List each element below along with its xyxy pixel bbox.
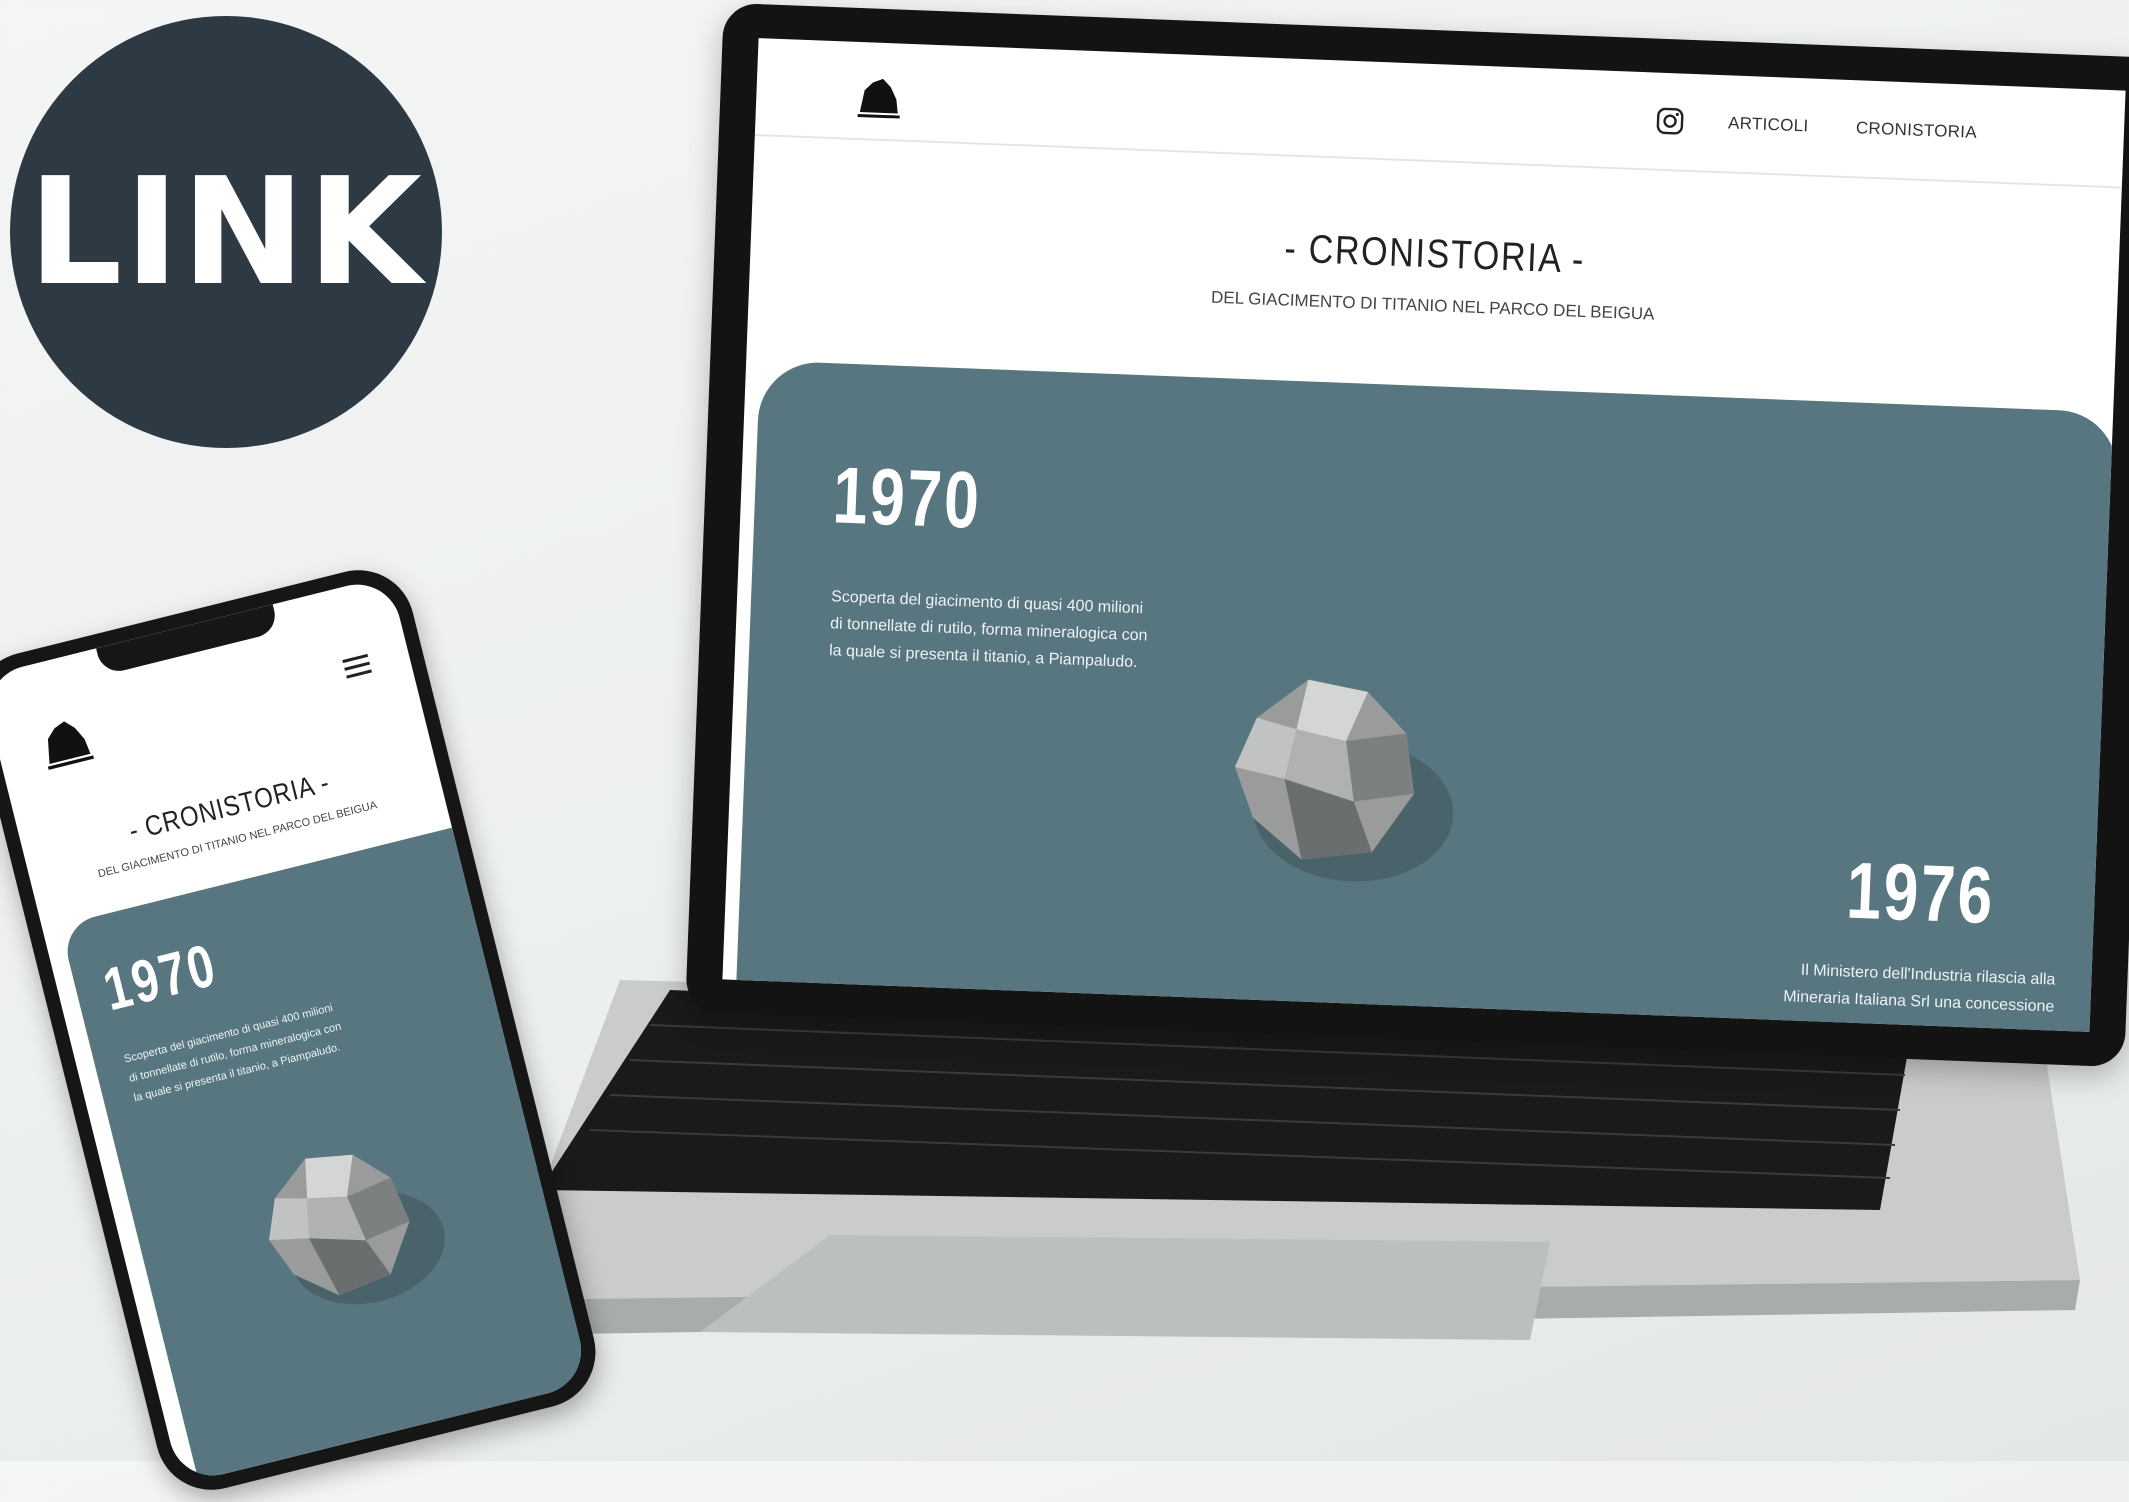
instagram-icon[interactable] [1656, 107, 1685, 136]
timeline-panel: 1970 Scoperta del giacimento di quasi 40… [59, 827, 591, 1481]
phone-screen: - CRONISTORIA - DEL GIACIMENTO DI TITANI… [0, 575, 591, 1485]
laptop-screen: ARTICOLI CRONISTORIA - CRONISTORIA - DEL… [722, 38, 2126, 1032]
timeline-description: Il Ministero dell'Industria rilascia all… [1782, 961, 2056, 1016]
rutile-mineral-image [1234, 679, 1454, 882]
site-logo[interactable] [29, 704, 102, 777]
hamburger-icon[interactable] [342, 653, 373, 681]
timeline-panel: 1970 Scoperta del giacimento di quasi 40… [733, 360, 2120, 1032]
nav-articoli[interactable]: ARTICOLI [1728, 113, 1809, 136]
rutile-mineral-image [269, 1154, 445, 1305]
site-logo[interactable] [851, 68, 907, 124]
timeline-year: 1976 [1844, 845, 1997, 941]
timeline-description: Scoperta del giacimento di quasi 400 mil… [122, 1001, 343, 1105]
timeline-year: 1970 [831, 450, 983, 545]
timeline-year: 1970 [97, 930, 224, 1024]
phone-notch [96, 604, 280, 676]
nav-cronistoria[interactable]: CRONISTORIA [1856, 118, 1978, 143]
laptop: ARTICOLI CRONISTORIA - CRONISTORIA - DEL… [685, 2, 2129, 1068]
timeline-description: Scoperta del giacimento di quasi 400 mil… [828, 588, 1148, 672]
link-badge-label: LINK [28, 146, 424, 318]
trackpad [700, 1235, 1550, 1340]
top-nav: ARTICOLI CRONISTORIA [754, 38, 2126, 189]
smartphone: - CRONISTORIA - DEL GIACIMENTO DI TITANI… [0, 558, 608, 1502]
link-badge[interactable]: LINK [10, 16, 442, 448]
